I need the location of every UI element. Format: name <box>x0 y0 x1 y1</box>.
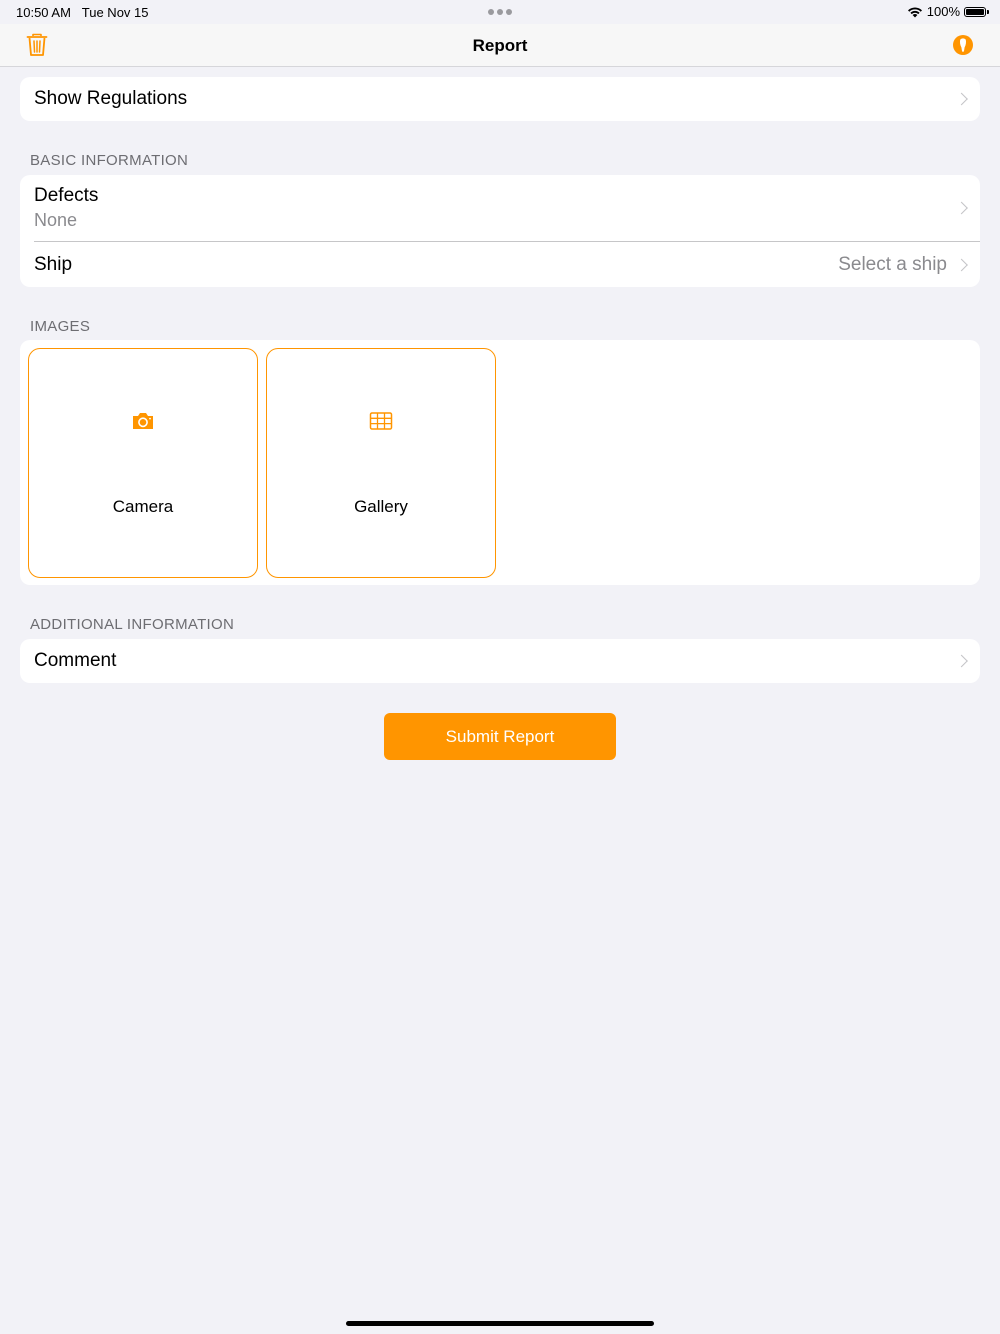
defects-label: Defects <box>34 185 99 206</box>
defects-cell[interactable]: Defects None <box>20 175 980 241</box>
status-date: Tue Nov 15 <box>81 5 149 20</box>
info-icon[interactable] <box>952 34 974 56</box>
basic-information-card: Defects None Ship Select a ship <box>20 175 980 287</box>
gallery-tile[interactable]: Gallery <box>266 348 496 578</box>
home-indicator[interactable] <box>346 1321 654 1326</box>
chevron-right-icon <box>955 258 968 271</box>
section-header-images: IMAGES <box>30 318 91 335</box>
multitasking-dots-icon[interactable] <box>488 9 512 15</box>
defects-text: Defects None <box>34 185 98 231</box>
status-indicators: 100% <box>907 4 989 19</box>
camera-label: Camera <box>112 497 174 516</box>
grid-icon <box>369 412 393 430</box>
status-bar: 10:50 AM Tue Nov 15 100% <box>0 0 1000 24</box>
ship-label: Ship <box>34 253 73 275</box>
images-card: Camera Gallery <box>20 340 980 585</box>
defects-value: None <box>34 210 78 230</box>
battery-percentage: 100% <box>926 4 960 19</box>
navigation-bar: Report <box>0 24 1000 67</box>
comment-label: Comment <box>34 650 117 671</box>
chevron-right-icon <box>955 201 968 215</box>
battery-icon <box>964 6 989 17</box>
camera-tile[interactable]: Camera <box>28 348 258 578</box>
additional-information-card: Comment <box>20 639 980 683</box>
regulations-card: Show Regulations <box>20 77 980 121</box>
section-header-additional-information: ADDITIONAL INFORMATION <box>30 616 235 633</box>
ship-cell[interactable]: Ship Select a ship <box>20 242 980 287</box>
submit-report-button[interactable]: Submit Report <box>384 713 616 760</box>
status-time: 10:50 AM Tue Nov 15 <box>16 5 149 20</box>
chevron-right-icon <box>955 92 968 106</box>
page-title: Report <box>472 36 528 55</box>
gallery-label: Gallery <box>354 497 408 516</box>
section-header-basic-information: BASIC INFORMATION <box>30 152 189 169</box>
ship-value: Select a ship <box>838 253 947 275</box>
show-regulations-cell[interactable]: Show Regulations <box>20 77 980 121</box>
camera-icon <box>133 413 153 429</box>
comment-cell[interactable]: Comment <box>20 639 980 683</box>
chevron-right-icon <box>955 654 968 668</box>
status-clock: 10:50 AM <box>16 5 71 20</box>
wifi-icon <box>907 6 922 17</box>
show-regulations-label: Show Regulations <box>34 88 188 109</box>
